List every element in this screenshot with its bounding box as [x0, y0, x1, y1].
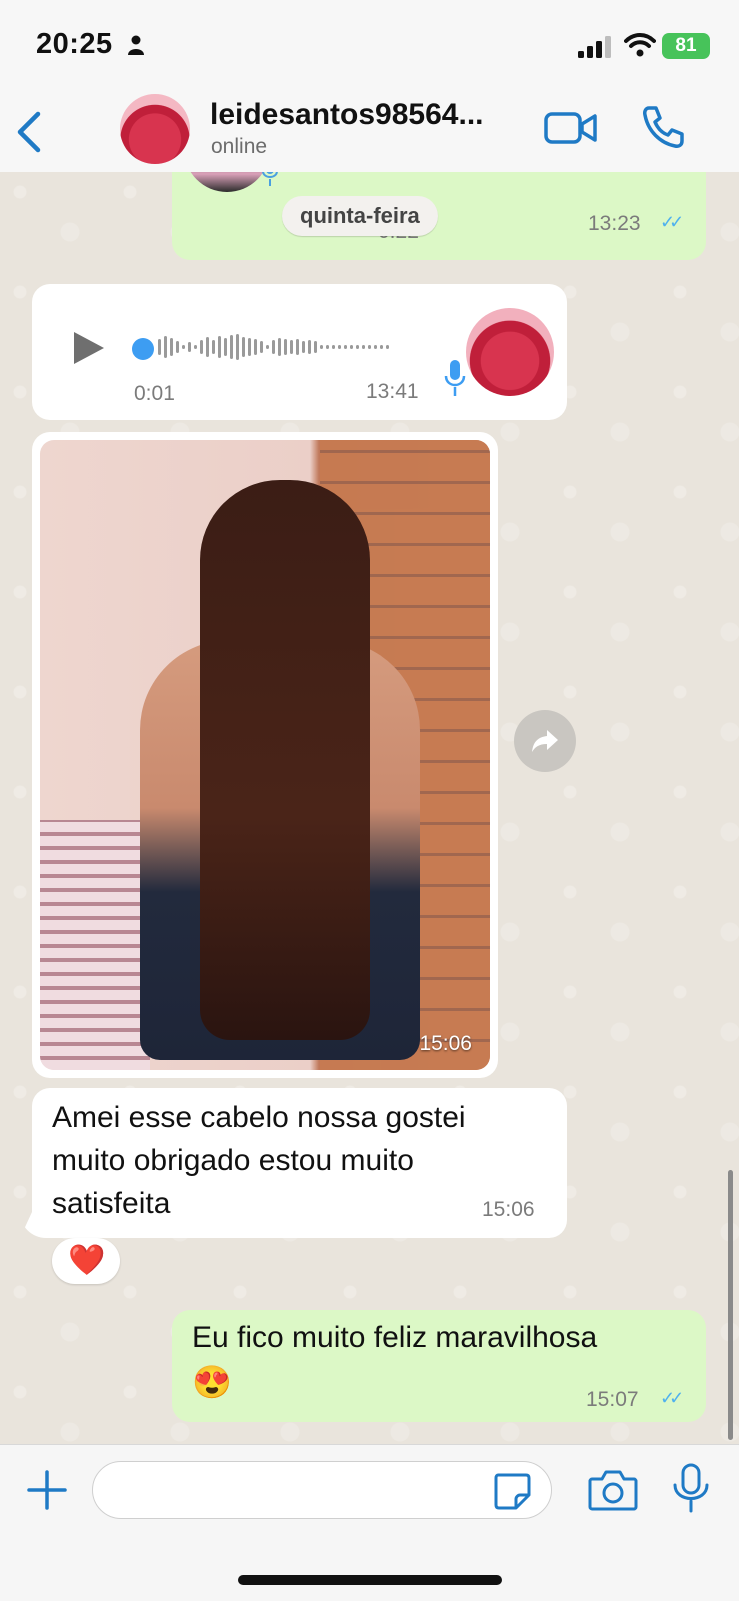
- read-receipt-icon: ✓✓: [660, 1388, 684, 1408]
- play-icon[interactable]: [72, 330, 106, 366]
- contact-name[interactable]: leidesantos98564...: [210, 98, 484, 132]
- sender-avatar: [184, 172, 270, 192]
- sender-avatar: [466, 308, 554, 396]
- microphone-icon: [444, 360, 466, 396]
- message-time: 15:07: [586, 1388, 639, 1411]
- message-text: Eu fico muito feliz maravilhosa: [192, 1321, 598, 1354]
- message-time: 13:41: [366, 380, 419, 403]
- chevron-left-icon[interactable]: [12, 110, 46, 154]
- read-receipt-icon: ✓✓: [660, 212, 684, 232]
- status-bar: 20:25 81: [0, 0, 739, 90]
- audio-progress-dot[interactable]: [132, 338, 154, 360]
- wifi-icon: [624, 33, 656, 57]
- incoming-text-message[interactable]: Amei esse cabelo nossa gostei muito obri…: [32, 1088, 567, 1238]
- contact-avatar[interactable]: [120, 94, 190, 164]
- message-reaction[interactable]: ❤️: [52, 1238, 120, 1284]
- audio-waveform[interactable]: [158, 334, 458, 364]
- shared-photo[interactable]: 15:06: [40, 440, 490, 1070]
- microphone-icon: [262, 172, 278, 186]
- forward-icon: [532, 730, 558, 752]
- video-camera-icon[interactable]: [544, 108, 598, 148]
- message-text: Amei esse cabelo nossa gostei muito obri…: [52, 1101, 466, 1220]
- heart-icon: ❤️: [68, 1244, 106, 1277]
- signal-icon: [578, 36, 611, 58]
- chat-header: leidesantos98564... online: [0, 90, 739, 173]
- contact-status: online: [211, 135, 268, 158]
- outgoing-audio-message[interactable]: 0:22 13:23 ✓✓: [172, 172, 706, 260]
- microphone-icon[interactable]: [670, 1463, 712, 1513]
- outgoing-text-message[interactable]: Eu fico muito feliz maravilhosa 😍 15:07 …: [172, 1310, 706, 1422]
- incoming-photo-message[interactable]: 15:06: [32, 432, 498, 1078]
- camera-icon[interactable]: [588, 1469, 638, 1511]
- sticker-icon[interactable]: [492, 1471, 532, 1511]
- composer-bar: [0, 1444, 739, 1601]
- person-icon: [128, 35, 144, 55]
- home-indicator[interactable]: [238, 1575, 502, 1585]
- photo-chair: [40, 820, 150, 1070]
- plus-icon[interactable]: [26, 1469, 68, 1511]
- message-time: 15:06: [419, 1032, 472, 1055]
- bubble-tail: [20, 1212, 50, 1238]
- photo-hair: [200, 480, 370, 1040]
- message-time: 13:23: [588, 212, 641, 235]
- chat-area[interactable]: 0:22 13:23 ✓✓ quinta-feira 0:01 13:41 15…: [0, 172, 739, 1444]
- incoming-audio-message[interactable]: 0:01 13:41: [32, 284, 567, 420]
- message-time: 15:06: [482, 1198, 535, 1221]
- phone-icon[interactable]: [640, 104, 686, 150]
- date-separator: quinta-feira: [282, 196, 438, 236]
- scrollbar[interactable]: [728, 1170, 733, 1440]
- battery-indicator: 81: [662, 33, 710, 59]
- heart-eyes-emoji: 😍: [192, 1364, 232, 1400]
- message-input[interactable]: [92, 1461, 552, 1519]
- audio-duration: 0:01: [134, 382, 175, 405]
- forward-button[interactable]: [514, 710, 576, 772]
- status-time: 20:25: [36, 28, 113, 60]
